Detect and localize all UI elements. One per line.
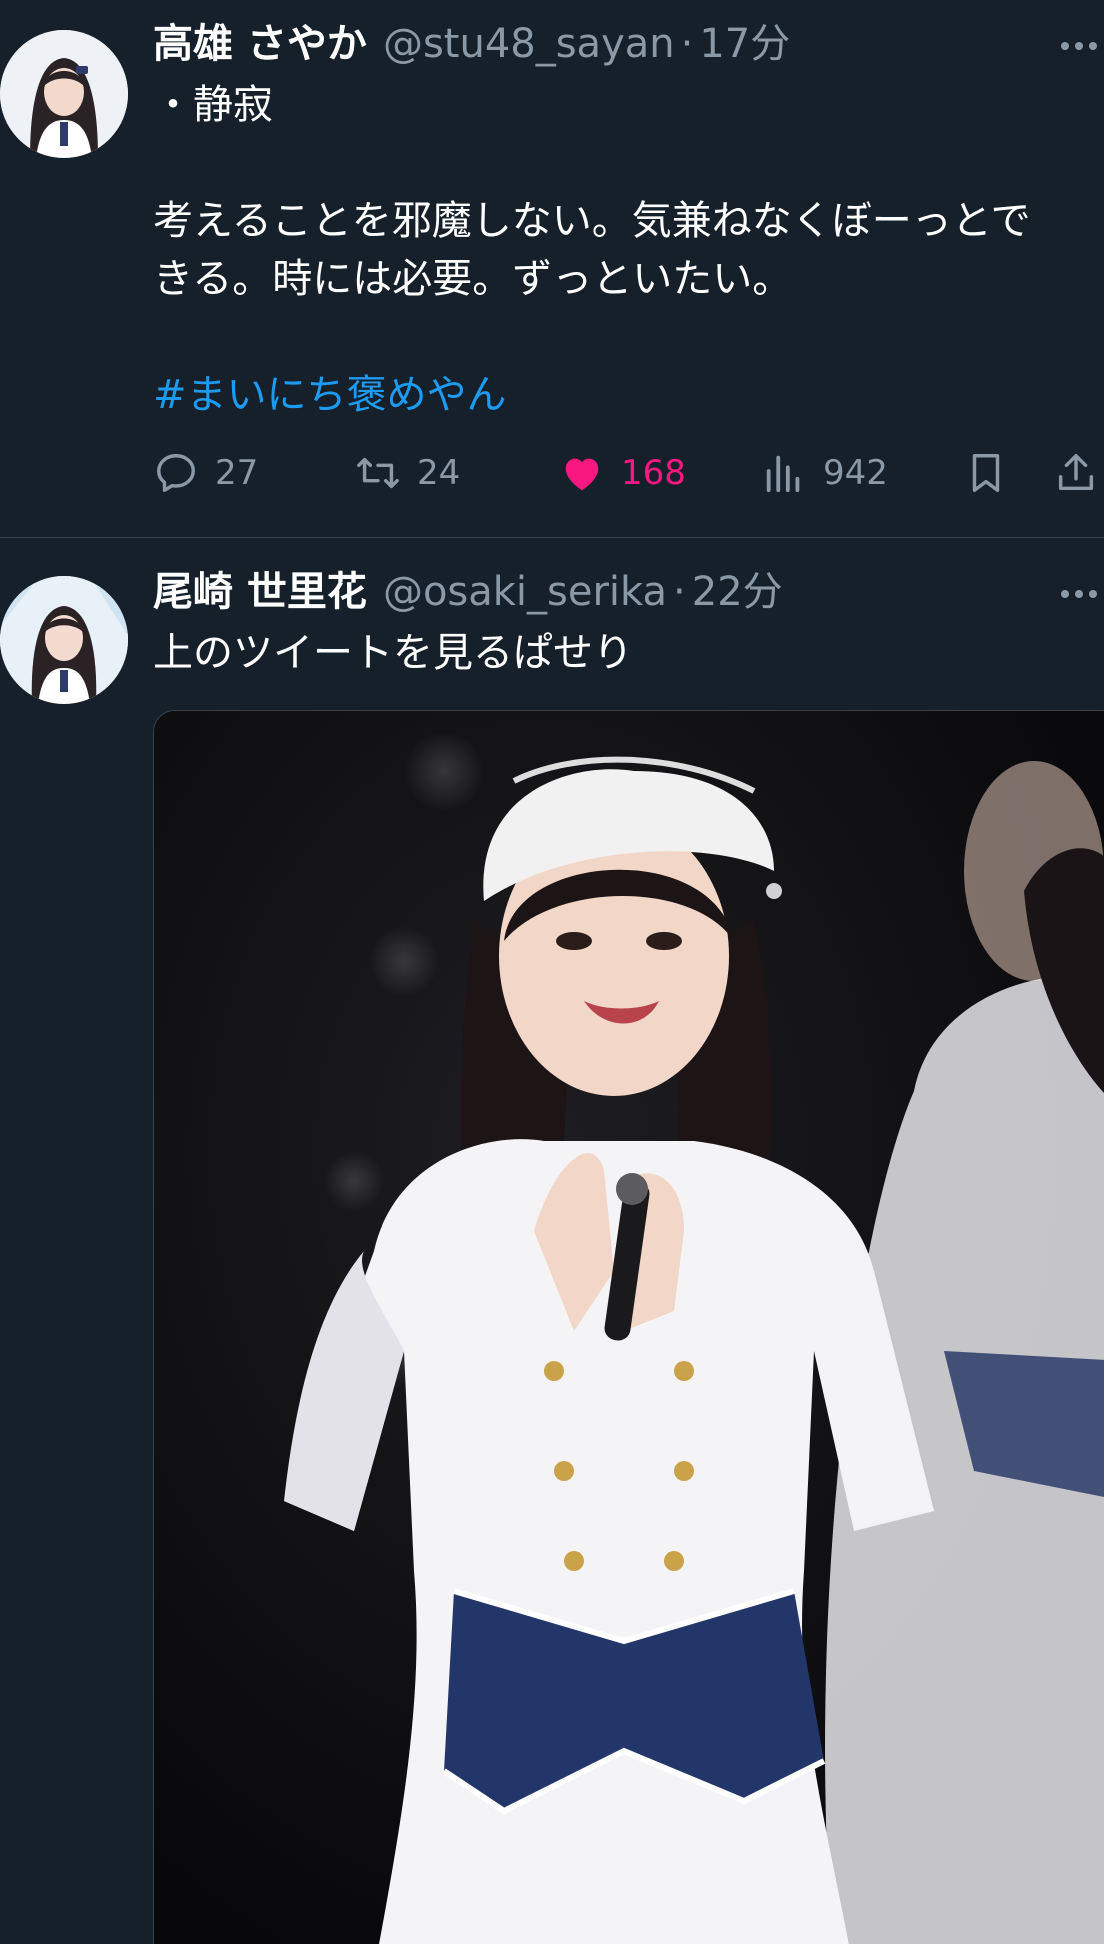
timestamp[interactable]: 22分 bbox=[692, 566, 783, 618]
bookmark-button[interactable] bbox=[963, 445, 1025, 501]
hashtag-link[interactable]: #まいにち褒めやん bbox=[153, 366, 507, 424]
like-button[interactable]: 168 bbox=[559, 445, 686, 501]
view-count: 942 bbox=[823, 453, 888, 493]
display-name[interactable]: 尾崎 世里花 bbox=[153, 566, 367, 618]
like-count: 168 bbox=[621, 453, 686, 493]
reply-count: 27 bbox=[215, 453, 259, 493]
heart-icon bbox=[565, 458, 599, 491]
bookmark-icon bbox=[972, 454, 1000, 492]
more-icon[interactable] bbox=[1054, 26, 1104, 66]
tweet-actions: 27 24 168 942 bbox=[153, 445, 1104, 501]
views-icon bbox=[766, 455, 800, 493]
tweet-photo[interactable] bbox=[153, 710, 1104, 1944]
tweet-text: ・静寂 考えることを邪魔しない。気兼ねなくぼーっとで きる。時には必要。ずっとい… bbox=[153, 82, 1031, 302]
avatar[interactable] bbox=[0, 30, 128, 158]
views-button[interactable]: 942 bbox=[761, 445, 888, 501]
avatar[interactable] bbox=[0, 576, 128, 704]
share-button[interactable] bbox=[1053, 445, 1104, 501]
tweet-header: 尾崎 世里花 @osaki_serika · 22分 bbox=[153, 566, 783, 618]
separator: · bbox=[673, 569, 686, 615]
more-icon[interactable] bbox=[1054, 574, 1104, 614]
tweet-text: 上のツイートを見るぱせり bbox=[153, 630, 633, 676]
retweet-icon bbox=[357, 457, 399, 489]
timestamp[interactable]: 17分 bbox=[699, 18, 790, 70]
share-icon bbox=[1058, 454, 1094, 491]
reply-button[interactable]: 27 bbox=[153, 445, 258, 501]
timeline: 高雄 さやか @stu48_sayan · 17分 ・静寂 考えることを邪魔しな… bbox=[0, 0, 1104, 1944]
separator: · bbox=[680, 21, 694, 67]
retweet-count: 24 bbox=[417, 453, 461, 493]
reply-icon bbox=[157, 454, 195, 492]
concert-photo-image bbox=[154, 711, 1104, 1944]
handle[interactable]: @osaki_serika bbox=[383, 566, 667, 618]
handle[interactable]: @stu48_sayan bbox=[383, 18, 675, 70]
tweet-header: 高雄 さやか @stu48_sayan · 17分 bbox=[153, 18, 790, 70]
display-name[interactable]: 高雄 さやか bbox=[153, 18, 367, 70]
tweet-card[interactable]: 高雄 さやか @stu48_sayan · 17分 ・静寂 考えることを邪魔しな… bbox=[0, 0, 1104, 538]
retweet-button[interactable]: 24 bbox=[355, 445, 460, 501]
